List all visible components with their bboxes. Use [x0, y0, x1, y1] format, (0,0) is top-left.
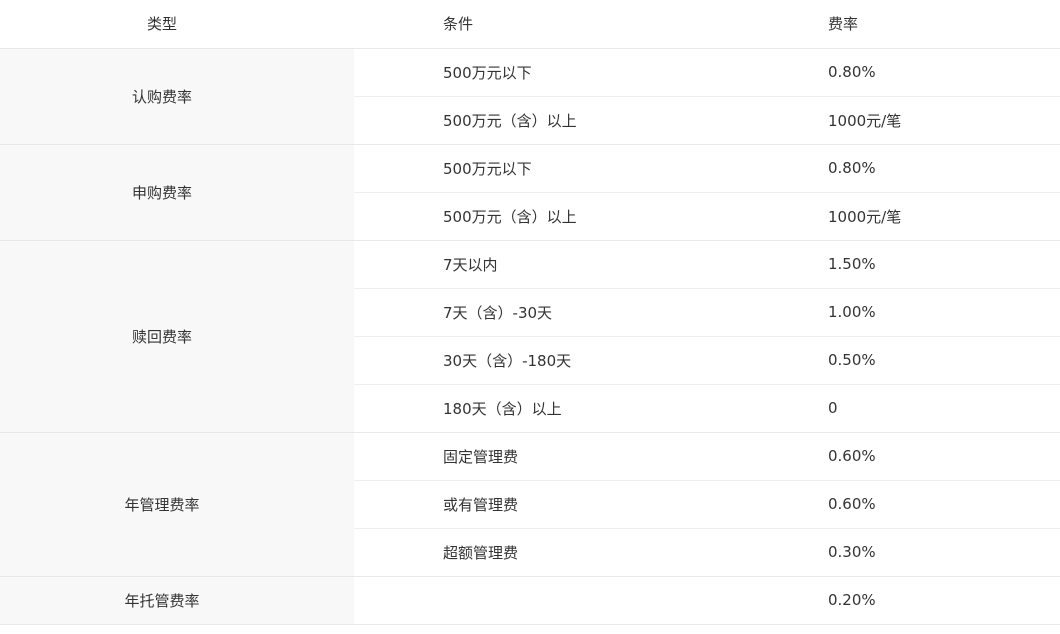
condition-cell: 30天（含）-180天 — [354, 336, 739, 385]
condition-cell: 7天（含）-30天 — [354, 288, 739, 337]
condition-cell: 500万元以下 — [354, 144, 739, 193]
fee-type-cell: 年管理费率 — [0, 432, 354, 577]
condition-cell: 或有管理费 — [354, 480, 739, 529]
table-row: 年托管费率 0.20% — [0, 576, 1060, 625]
header-type: 类型 — [0, 0, 354, 49]
condition-cell: 超额管理费 — [354, 528, 739, 577]
table-header: 类型 条件 费率 — [0, 0, 1060, 49]
fee-table: 类型 条件 费率 认购费率 500万元以下 0.80% 500万元（含）以上 1… — [0, 0, 1060, 625]
rate-cell: 0 — [739, 384, 1060, 433]
condition-cell: 500万元（含）以上 — [354, 192, 739, 241]
rate-cell: 0.60% — [739, 480, 1060, 529]
condition-cell — [354, 576, 739, 625]
rate-cell: 1.50% — [739, 240, 1060, 289]
table-row: 赎回费率 7天以内 1.50% — [0, 240, 1060, 433]
fee-type-cell: 年托管费率 — [0, 576, 354, 625]
rate-cell: 0.30% — [739, 528, 1060, 577]
rate-cell: 0.60% — [739, 432, 1060, 481]
rate-cell: 0.50% — [739, 336, 1060, 385]
fee-type-cell: 赎回费率 — [0, 240, 354, 433]
table-row: 认购费率 500万元以下 0.80% — [0, 48, 1060, 145]
condition-cell: 500万元（含）以上 — [354, 96, 739, 145]
rate-cell: 0.20% — [739, 576, 1060, 625]
rate-cell: 1.00% — [739, 288, 1060, 337]
table-row: 年管理费率 固定管理费 0.60% — [0, 432, 1060, 577]
table-row: 申购费率 500万元以下 0.80% — [0, 144, 1060, 241]
header-condition: 条件 — [354, 0, 739, 49]
rate-cell: 1000元/笔 — [739, 192, 1060, 241]
condition-cell: 180天（含）以上 — [354, 384, 739, 433]
table-body: 认购费率 500万元以下 0.80% 500万元（含）以上 1000元/笔 申购… — [0, 48, 1060, 625]
header-row: 类型 条件 费率 — [0, 0, 1060, 49]
condition-cell: 固定管理费 — [354, 432, 739, 481]
condition-cell: 500万元以下 — [354, 48, 739, 97]
header-rate: 费率 — [739, 0, 1060, 49]
fee-type-cell: 申购费率 — [0, 144, 354, 241]
condition-cell: 7天以内 — [354, 240, 739, 289]
rate-cell: 1000元/笔 — [739, 96, 1060, 145]
rate-cell: 0.80% — [739, 48, 1060, 97]
fee-type-cell: 认购费率 — [0, 48, 354, 145]
rate-cell: 0.80% — [739, 144, 1060, 193]
